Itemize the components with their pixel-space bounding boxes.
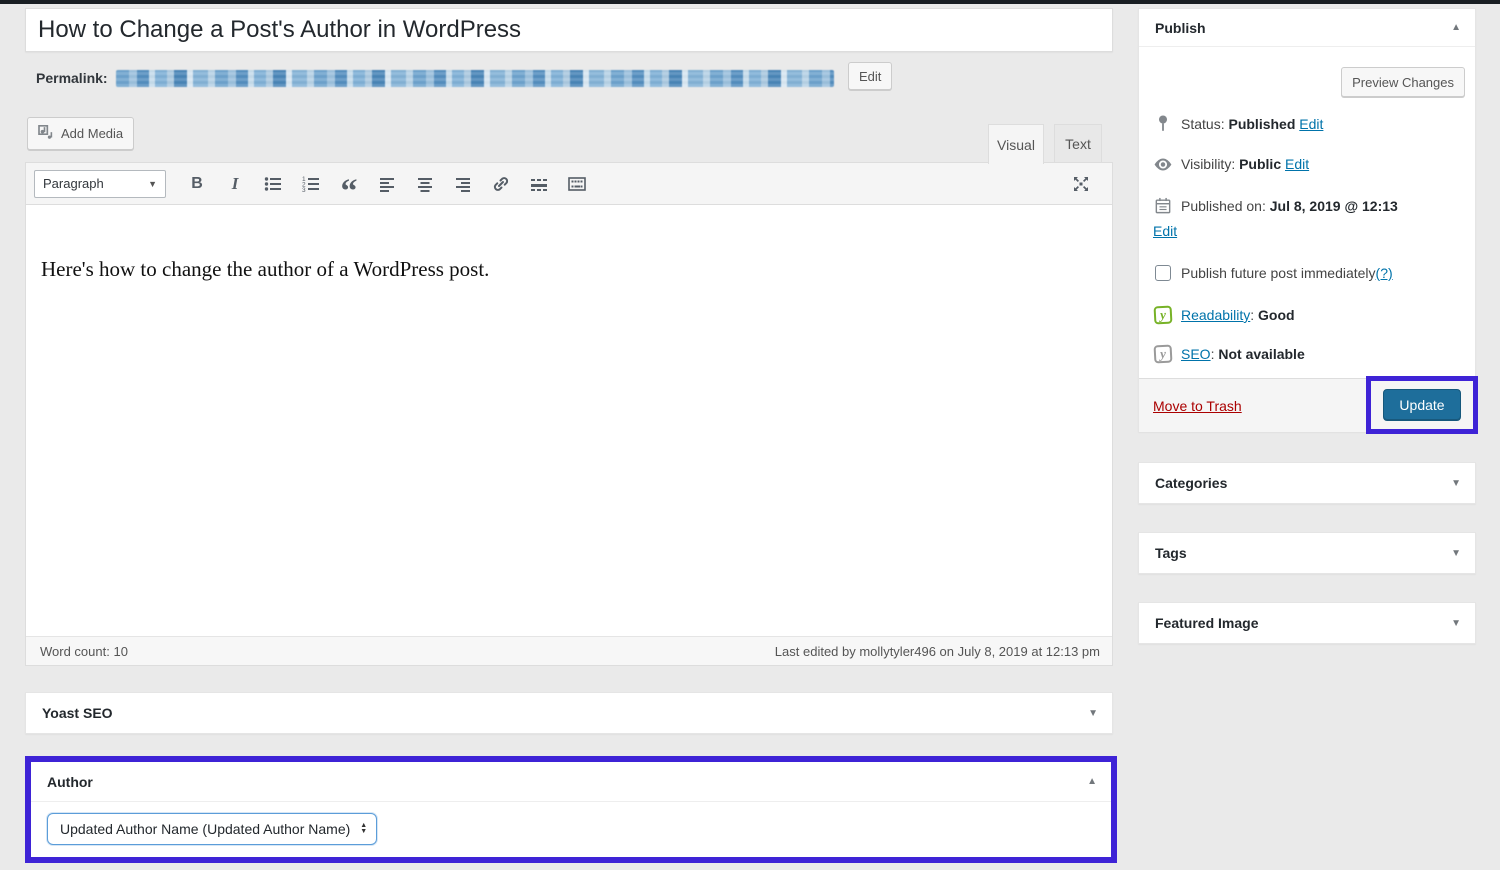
visibility-row: Visibility: Public Edit — [1153, 156, 1309, 172]
tags-panel-header[interactable]: Tags ▼ — [1139, 533, 1475, 573]
tags-panel-title: Tags — [1155, 545, 1187, 561]
featured-image-panel-header[interactable]: Featured Image ▼ — [1139, 603, 1475, 643]
permalink-url-redacted[interactable] — [116, 70, 834, 87]
svg-text:3: 3 — [302, 187, 306, 194]
publish-panel-title: Publish — [1155, 20, 1206, 36]
visibility-edit-link[interactable]: Edit — [1285, 156, 1309, 172]
calendar-icon — [1153, 197, 1173, 214]
yoast-seo-icon: y — [1154, 345, 1173, 364]
chevron-up-icon[interactable]: ▲ — [1087, 776, 1097, 787]
admin-bar-edge — [0, 0, 1500, 4]
post-content-editor: Paragraph ▼ B I 1 2 3 “ — [25, 162, 1113, 666]
future-post-checkbox[interactable] — [1155, 265, 1171, 281]
publish-panel-header[interactable]: Publish ▲ — [1139, 9, 1475, 47]
published-edit-link[interactable]: Edit — [1153, 223, 1177, 239]
update-button[interactable]: Update — [1383, 389, 1460, 421]
yoast-readability-icon: y — [1154, 306, 1173, 325]
post-body-paragraph[interactable]: Here's how to change the author of a Wor… — [41, 257, 1112, 282]
tags-panel: Tags ▼ — [1138, 532, 1476, 574]
visibility-text: Visibility: Public Edit — [1181, 156, 1309, 172]
align-right-icon[interactable] — [446, 169, 480, 199]
future-post-text: Publish future post immediately(?) — [1181, 265, 1393, 281]
yoast-seo-panel-title: Yoast SEO — [42, 705, 113, 721]
pushpin-icon — [1153, 115, 1173, 132]
move-to-trash-link[interactable]: Move to Trash — [1153, 398, 1242, 414]
readability-text: Readability: Good — [1181, 307, 1295, 323]
author-panel-title: Author — [47, 774, 93, 790]
permalink-label: Permalink: — [36, 70, 108, 86]
update-button-annotation: Update — [1366, 376, 1478, 434]
permalink-row: Permalink: — [36, 66, 834, 90]
post-title-input[interactable] — [25, 8, 1113, 52]
paragraph-format-label: Paragraph — [43, 176, 104, 191]
blockquote-icon[interactable]: “ — [332, 169, 366, 199]
published-edit-line: Edit — [1153, 223, 1177, 239]
read-more-icon[interactable] — [522, 169, 556, 199]
chevron-down-icon[interactable]: ▼ — [1451, 618, 1461, 629]
chevron-down-icon[interactable]: ▼ — [1088, 708, 1098, 719]
editor-toolbar: Paragraph ▼ B I 1 2 3 “ — [26, 163, 1112, 205]
categories-panel-title: Categories — [1155, 475, 1227, 491]
seo-row: y SEO: Not available — [1153, 345, 1305, 363]
last-edited-info: Last edited by mollytyler496 on July 8, … — [775, 644, 1100, 659]
wordpress-classic-editor: Permalink: Edit Add Media Visual Text Pa… — [0, 0, 1500, 870]
align-center-icon[interactable] — [408, 169, 442, 199]
paragraph-format-dropdown[interactable]: Paragraph ▼ — [34, 170, 166, 198]
status-row: Status: Published Edit — [1153, 115, 1323, 132]
eye-icon — [1153, 158, 1173, 171]
add-media-button[interactable]: Add Media — [27, 117, 134, 150]
word-count: Word count: 10 — [40, 644, 128, 659]
yoast-seo-panel-header[interactable]: Yoast SEO ▼ — [26, 693, 1112, 733]
seo-link[interactable]: SEO — [1181, 346, 1211, 362]
published-on-row: Published on: Jul 8, 2019 @ 12:13 — [1153, 197, 1398, 214]
publish-panel: Publish ▲ Preview Changes Status: Publis… — [1138, 8, 1476, 432]
status-edit-link[interactable]: Edit — [1299, 116, 1323, 132]
link-icon[interactable] — [484, 169, 518, 199]
bulleted-list-icon[interactable] — [256, 169, 290, 199]
readability-row: y Readability: Good — [1153, 306, 1295, 324]
add-media-label: Add Media — [61, 126, 123, 141]
permalink-edit-button[interactable]: Edit — [848, 62, 892, 90]
dropdown-caret-icon: ▼ — [148, 179, 157, 189]
chevron-down-icon[interactable]: ▼ — [1451, 548, 1461, 559]
featured-image-panel: Featured Image ▼ — [1138, 602, 1476, 644]
bold-icon[interactable]: B — [180, 169, 214, 199]
future-post-help-link[interactable]: (?) — [1376, 265, 1393, 281]
select-stepper-icon: ▲▼ — [360, 823, 367, 835]
author-panel-body: Updated Author Name (Updated Author Name… — [31, 802, 1111, 856]
fullscreen-icon[interactable] — [1064, 169, 1098, 199]
status-text: Status: Published Edit — [1181, 116, 1323, 132]
published-on-text: Published on: Jul 8, 2019 @ 12:13 — [1181, 198, 1398, 214]
author-select[interactable]: Updated Author Name (Updated Author Name… — [47, 813, 377, 845]
chevron-up-icon[interactable]: ▲ — [1451, 22, 1461, 33]
tab-text[interactable]: Text — [1054, 124, 1102, 163]
author-panel-header[interactable]: Author ▲ — [31, 762, 1111, 802]
categories-panel-header[interactable]: Categories ▼ — [1139, 463, 1475, 503]
categories-panel: Categories ▼ — [1138, 462, 1476, 504]
future-post-row: Publish future post immediately(?) — [1153, 265, 1393, 281]
chevron-down-icon[interactable]: ▼ — [1451, 478, 1461, 489]
yoast-seo-panel: Yoast SEO ▼ — [25, 692, 1113, 734]
italic-icon[interactable]: I — [218, 169, 252, 199]
preview-changes-button[interactable]: Preview Changes — [1341, 67, 1465, 97]
media-icon — [38, 125, 55, 143]
editor-content-area[interactable]: Here's how to change the author of a Wor… — [26, 205, 1112, 637]
seo-text: SEO: Not available — [1181, 346, 1305, 362]
readability-link[interactable]: Readability — [1181, 307, 1250, 323]
author-select-value: Updated Author Name (Updated Author Name… — [60, 821, 350, 837]
editor-status-bar: Word count: 10 Last edited by mollytyler… — [26, 636, 1112, 665]
tab-visual[interactable]: Visual — [988, 124, 1044, 164]
align-left-icon[interactable] — [370, 169, 404, 199]
featured-image-panel-title: Featured Image — [1155, 615, 1258, 631]
toolbar-toggle-icon[interactable] — [560, 169, 594, 199]
numbered-list-icon[interactable]: 1 2 3 — [294, 169, 328, 199]
author-panel-annotation: Author ▲ Updated Author Name (Updated Au… — [25, 756, 1117, 863]
